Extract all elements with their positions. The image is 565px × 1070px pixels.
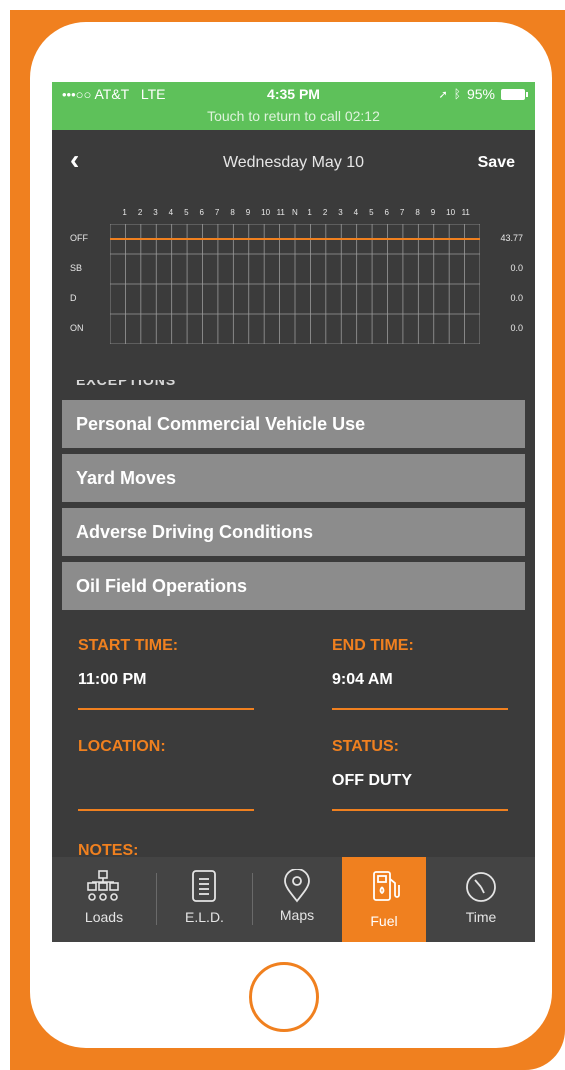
hour-label: 1 [122, 208, 127, 217]
exceptions-section-header: EXCEPTIONS [52, 380, 535, 390]
start-time-label: START TIME: [78, 637, 179, 654]
status-label: STATUS: [332, 738, 399, 755]
tab-time[interactable]: Time [427, 857, 535, 942]
tab-eld[interactable]: E.L.D. [157, 857, 252, 942]
hour-label: 6 [199, 208, 204, 217]
tab-fuel-label: Fuel [370, 913, 398, 929]
row-label-off: OFF [70, 233, 88, 243]
tab-maps[interactable]: Maps [253, 857, 341, 942]
start-time-value[interactable]: 11:00 PM [78, 671, 254, 690]
tab-fuel[interactable]: Fuel [342, 857, 426, 942]
hour-label: 8 [415, 208, 420, 217]
eld-icon [157, 869, 252, 905]
tab-maps-label: Maps [279, 907, 315, 923]
tab-loads-label: Loads [84, 909, 124, 925]
tab-eld-label: E.L.D. [185, 909, 224, 925]
row-total-on: 0.0 [510, 323, 523, 333]
hour-label: 5 [184, 208, 189, 217]
hour-label: 1 [307, 208, 312, 217]
hour-labels: 1 2 3 4 5 6 7 8 9 10 11 N 1 2 3 4 5 6 7 8 9 10 11 [122, 208, 469, 222]
exceptions-list: Personal Commercial Vehicle Use Yard Mov… [62, 400, 525, 616]
hour-label: 4 [168, 208, 174, 217]
save-button[interactable]: Save [478, 154, 515, 172]
home-button[interactable] [249, 962, 319, 1032]
row-total-d: 0.0 [510, 293, 523, 303]
row-label-d: D [70, 293, 77, 303]
right-status-group: ➚ ᛒ 95% [438, 86, 528, 102]
battery-icon [501, 88, 528, 100]
start-time-underline [78, 708, 254, 710]
hour-label: 3 [338, 208, 343, 217]
location-value[interactable] [78, 772, 254, 791]
location-underline [78, 809, 254, 811]
bluetooth-icon: ᛒ [453, 87, 461, 101]
phone-screen: •••○○ AT&T LTE 4:35 PM ➚ ᛒ 95% Touch to … [52, 82, 535, 942]
bottom-tab-bar: Loads E.L.D. Maps Fuel Time [52, 857, 535, 942]
hour-label: 11 [276, 208, 285, 217]
hour-label: 7 [399, 208, 405, 217]
location-arrow-icon: ➚ [438, 88, 448, 101]
fuel-pump-icon [342, 869, 426, 905]
status-value[interactable]: OFF DUTY [332, 772, 508, 791]
end-time-label: END TIME: [332, 637, 414, 654]
row-total-off: 43.77 [500, 233, 523, 243]
nav-header: ‹ Wednesday May 10 Save [52, 130, 535, 200]
row-total-sb: 0.0 [510, 263, 523, 273]
location-label: LOCATION: [78, 738, 166, 755]
exception-yard-moves-button[interactable]: Yard Moves [62, 454, 525, 502]
hour-label: 11 [461, 208, 470, 217]
hour-label: 10 [261, 208, 271, 217]
end-time-value[interactable]: 9:04 AM [332, 671, 508, 690]
graph-grid-wrap [110, 224, 480, 344]
exception-adverse-driving-button[interactable]: Adverse Driving Conditions [62, 508, 525, 556]
page-title: Wednesday May 10 [222, 154, 365, 171]
row-label-on: ON [70, 323, 84, 333]
hour-label: N [292, 208, 298, 217]
hour-label: 3 [153, 208, 158, 217]
end-time-underline [332, 708, 508, 710]
loads-icon [52, 869, 156, 905]
battery-percent: 95% [466, 86, 495, 102]
row-label-sb: SB [70, 263, 83, 273]
exceptions-label: EXCEPTIONS [76, 380, 177, 388]
end-time-field[interactable]: END TIME: 9:04 AM [332, 637, 508, 710]
hour-label: 10 [446, 208, 456, 217]
hour-label: 2 [137, 208, 143, 217]
start-time-field[interactable]: START TIME: 11:00 PM [78, 637, 254, 710]
graph-grid [110, 224, 480, 344]
duty-status-graph: 1 2 3 4 5 6 7 8 9 10 11 N 1 2 3 4 5 6 7 8 9 10 11 OFF 43.77 SB 0.… [52, 200, 535, 380]
exception-oil-field-button[interactable]: Oil Field Operations [62, 562, 525, 610]
status-underline [332, 809, 508, 811]
status-field[interactable]: STATUS: OFF DUTY [332, 738, 508, 811]
hour-label: 9 [430, 208, 436, 217]
tab-loads[interactable]: Loads [52, 857, 156, 942]
status-bar[interactable]: •••○○ AT&T LTE 4:35 PM ➚ ᛒ 95% Touch to … [52, 82, 535, 130]
tab-time-label: Time [465, 909, 497, 925]
map-pin-icon [253, 868, 341, 905]
status-row: •••○○ AT&T LTE 4:35 PM ➚ ᛒ 95% [52, 86, 535, 106]
hour-label: 7 [214, 208, 220, 217]
hour-label: 6 [384, 208, 389, 217]
return-to-call-banner[interactable]: Touch to return to call 02:12 [52, 108, 535, 124]
hour-label: 8 [230, 208, 235, 217]
location-field[interactable]: LOCATION: [78, 738, 254, 811]
hour-label: 5 [369, 208, 374, 217]
hour-label: 9 [245, 208, 251, 217]
clock-icon [427, 869, 535, 905]
exception-personal-use-button[interactable]: Personal Commercial Vehicle Use [62, 400, 525, 448]
hour-label: 2 [322, 208, 328, 217]
hour-label: 4 [353, 208, 359, 217]
